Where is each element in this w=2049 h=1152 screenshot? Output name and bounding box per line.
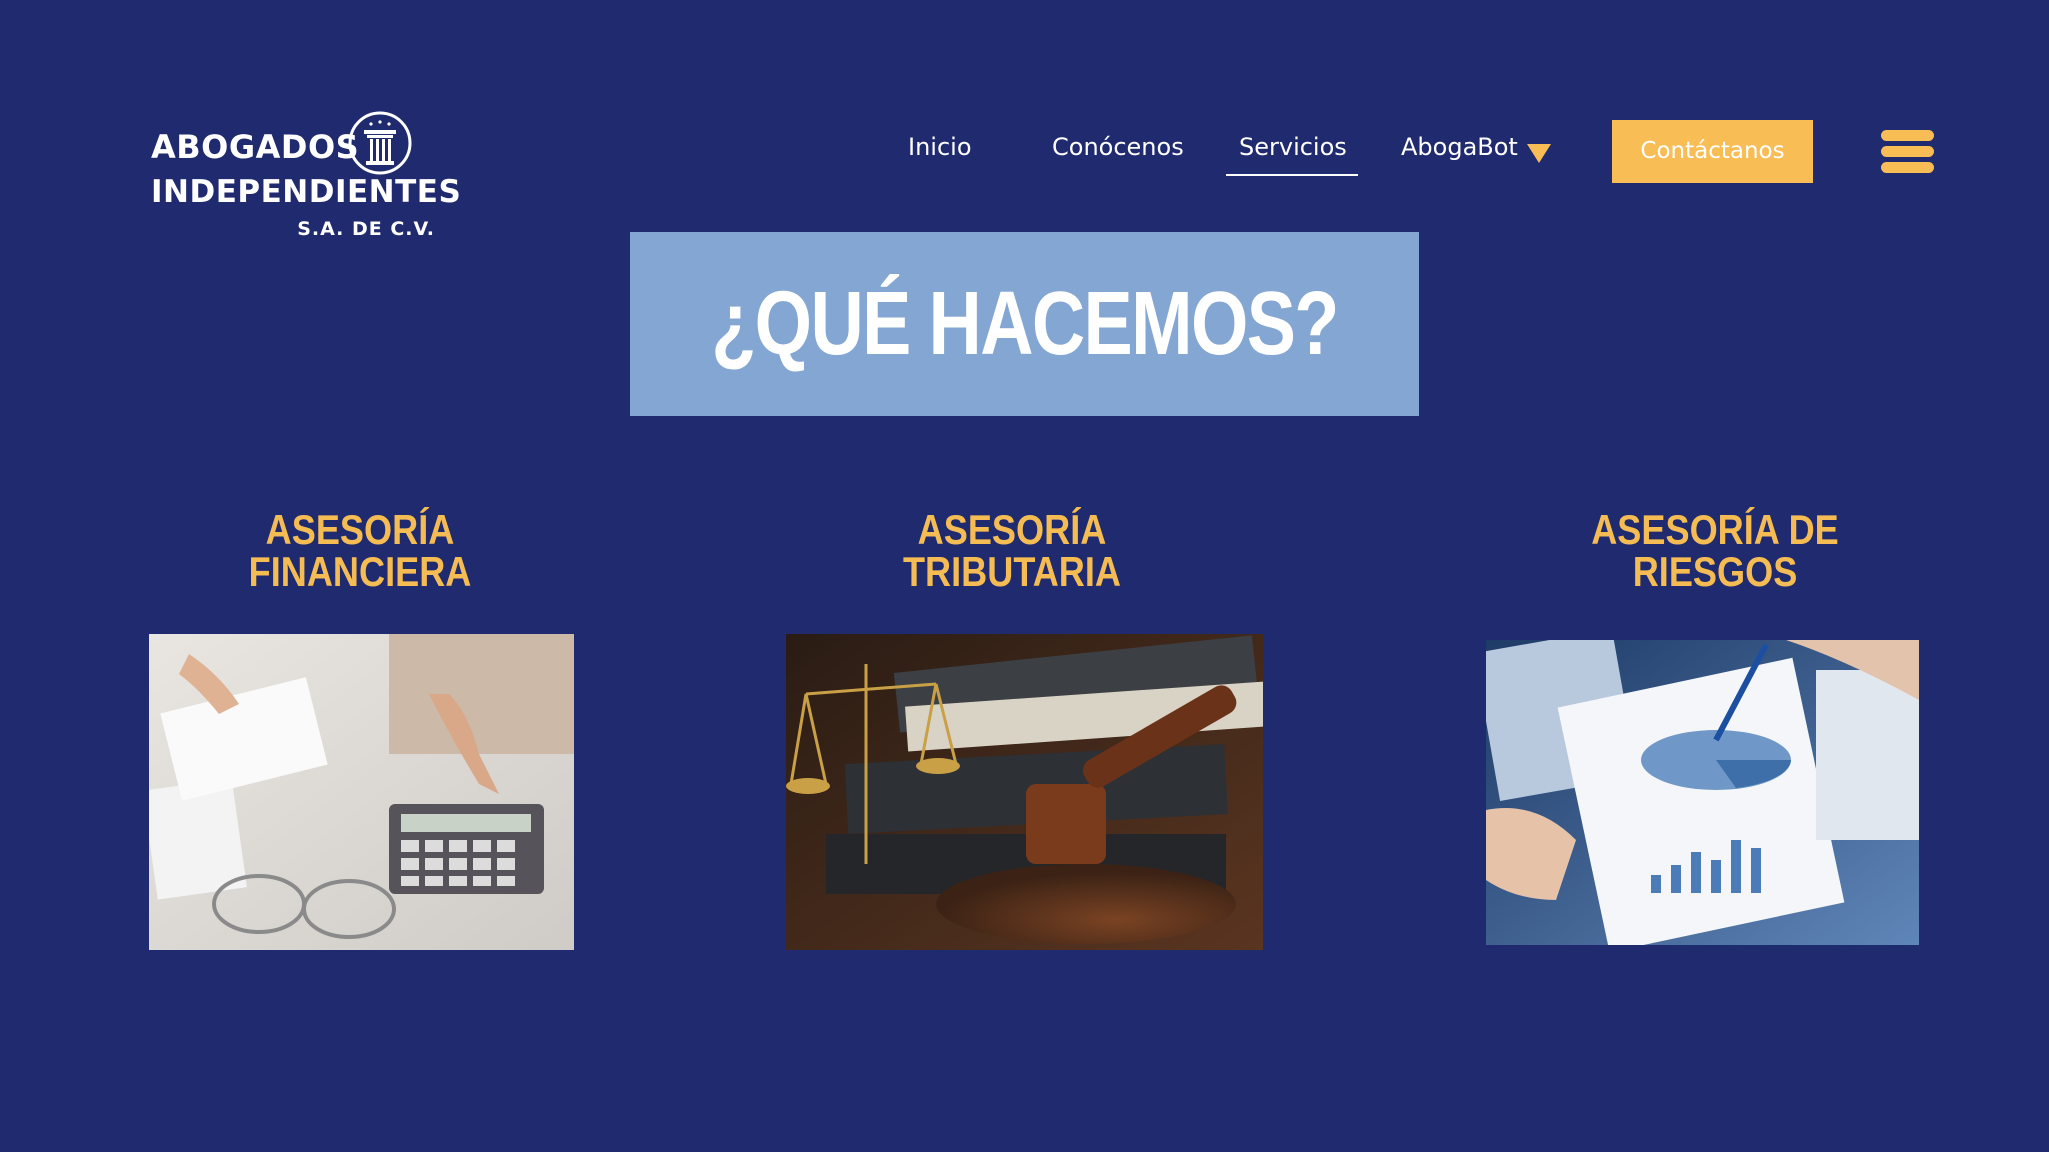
gavel-scales-photo[interactable] (786, 634, 1263, 950)
nav-item-abogabot[interactable]: AbogaBot (1401, 133, 1518, 161)
hamburger-menu-icon[interactable] (1881, 130, 1934, 174)
nav-active-underline (1226, 174, 1358, 176)
caret-down-icon[interactable] (1527, 144, 1551, 163)
service-title-tributaria: ASESORÍA TRIBUTARIA (883, 509, 1141, 593)
logo-text-line3: S.A. DE C.V. (297, 218, 435, 240)
service-title-line: TRIBUTARIA (902, 548, 1122, 595)
service-title-riesgos: ASESORÍA DE RIESGOS (1586, 509, 1844, 593)
calculator-photo[interactable] (149, 634, 574, 950)
logo-text-line2: INDEPENDIENTES (151, 174, 462, 210)
section-heading-box: ¿QUÉ HACEMOS? (630, 232, 1419, 416)
charts-documents-photo[interactable] (1486, 640, 1919, 945)
service-title-line: ASESORÍA DE (1591, 506, 1839, 553)
logo-text-line1: ABOGADOS (151, 128, 360, 166)
service-title-line: ASESORÍA (265, 506, 455, 553)
column-pillar-icon (348, 111, 412, 175)
service-title-line: ASESORÍA (917, 506, 1107, 553)
nav-item-servicios[interactable]: Servicios (1239, 133, 1347, 161)
service-title-line: RIESGOS (1632, 548, 1798, 595)
nav-item-inicio[interactable]: Inicio (908, 133, 972, 161)
contact-button[interactable]: Contáctanos (1612, 120, 1813, 183)
service-title-line: FINANCIERA (248, 548, 472, 595)
company-logo[interactable]: ABOGADOS INDEPENDIENTES S.A. DE C.V. (151, 110, 461, 245)
service-title-financiera: ASESORÍA FINANCIERA (231, 509, 489, 593)
nav-item-conocenos[interactable]: Conócenos (1052, 133, 1184, 161)
section-heading: ¿QUÉ HACEMOS? (711, 274, 1339, 374)
